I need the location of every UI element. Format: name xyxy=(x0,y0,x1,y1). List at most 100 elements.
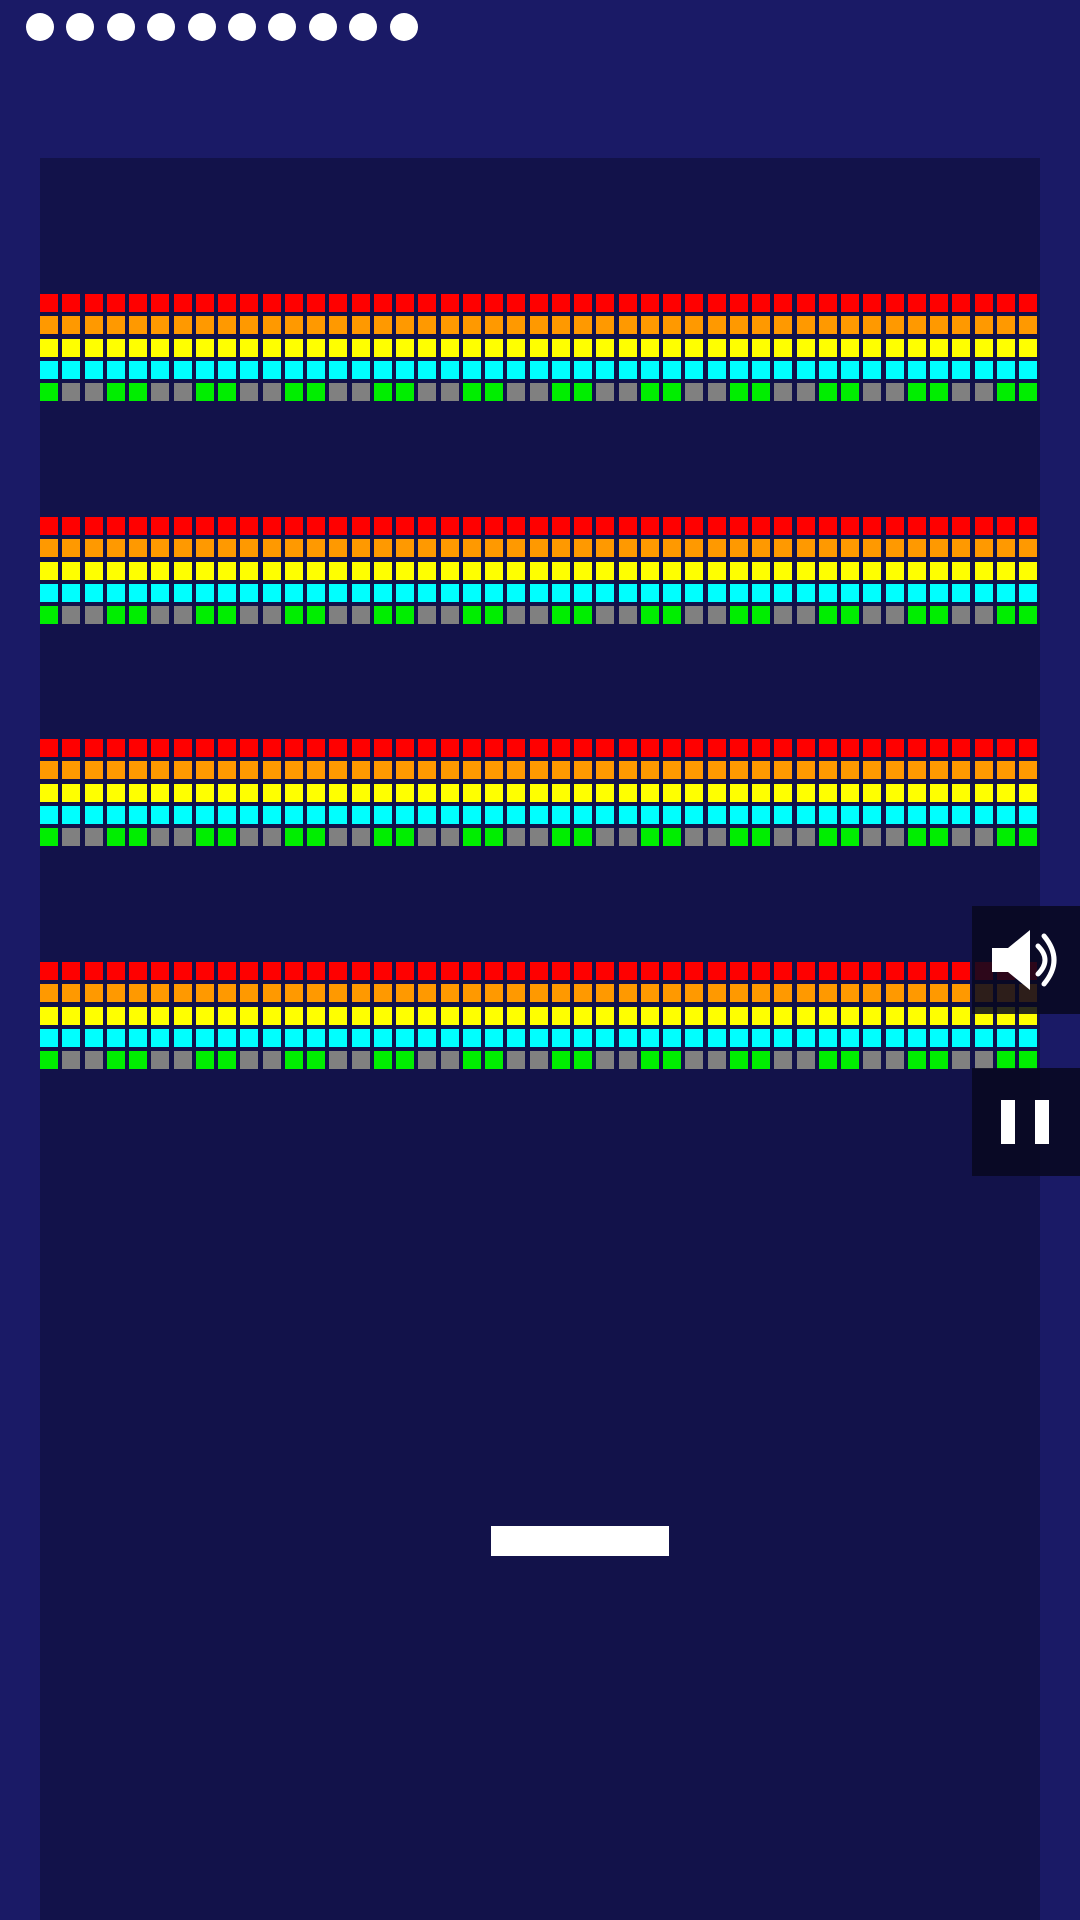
brick xyxy=(796,805,815,824)
brick xyxy=(84,739,103,757)
brick xyxy=(329,294,348,312)
brick xyxy=(685,1028,704,1047)
brick xyxy=(485,783,503,802)
brick xyxy=(151,783,170,802)
brick xyxy=(1019,338,1037,357)
brick xyxy=(84,783,103,802)
brick xyxy=(551,1028,570,1047)
brick xyxy=(462,383,481,402)
brick xyxy=(307,360,325,379)
brick xyxy=(329,517,348,535)
brick xyxy=(84,962,103,980)
brick xyxy=(685,539,704,558)
brick xyxy=(418,1028,437,1047)
brick xyxy=(195,1028,214,1047)
brick-row xyxy=(40,338,1040,357)
brick xyxy=(173,739,192,757)
brick xyxy=(62,517,81,535)
brick xyxy=(351,739,370,757)
brick xyxy=(974,761,993,780)
pause-button[interactable] xyxy=(972,1068,1080,1176)
brick xyxy=(551,739,570,757)
brick xyxy=(129,739,147,757)
brick xyxy=(551,517,570,535)
brick-row xyxy=(40,539,1040,558)
brick xyxy=(173,383,192,402)
brick xyxy=(218,1051,236,1070)
brick xyxy=(952,828,971,847)
brick xyxy=(818,962,837,980)
brick xyxy=(974,783,993,802)
brick xyxy=(863,1051,882,1070)
brick-row xyxy=(40,1028,1040,1047)
brick xyxy=(151,338,170,357)
brick xyxy=(841,783,859,802)
brick xyxy=(818,338,837,357)
brick xyxy=(996,583,1015,602)
brick xyxy=(307,383,325,402)
brick xyxy=(729,383,748,402)
brick xyxy=(841,360,859,379)
brick xyxy=(195,1006,214,1025)
brick xyxy=(618,1051,637,1070)
brick xyxy=(307,761,325,780)
brick-row xyxy=(40,1006,1040,1025)
brick xyxy=(507,583,526,602)
brick xyxy=(930,606,948,625)
brick xyxy=(907,761,926,780)
brick xyxy=(841,561,859,580)
brick xyxy=(529,962,548,980)
brick xyxy=(507,606,526,625)
brick xyxy=(529,316,548,335)
life-ball xyxy=(26,13,54,41)
brick xyxy=(952,316,971,335)
brick xyxy=(151,517,170,535)
brick xyxy=(240,761,259,780)
brick xyxy=(818,316,837,335)
brick xyxy=(396,984,414,1003)
brick xyxy=(574,383,592,402)
brick xyxy=(907,1028,926,1047)
brick xyxy=(529,761,548,780)
brick xyxy=(485,828,503,847)
brick xyxy=(485,1006,503,1025)
brick xyxy=(885,561,904,580)
brick xyxy=(129,805,147,824)
brick xyxy=(729,1051,748,1070)
brick xyxy=(396,294,414,312)
brick xyxy=(818,783,837,802)
brick xyxy=(596,338,615,357)
brick xyxy=(774,360,793,379)
brick xyxy=(729,360,748,379)
brick xyxy=(663,383,681,402)
brick xyxy=(307,739,325,757)
brick xyxy=(106,539,125,558)
brick xyxy=(151,984,170,1003)
brick xyxy=(195,828,214,847)
brick xyxy=(84,606,103,625)
brick xyxy=(774,316,793,335)
brick xyxy=(240,783,259,802)
brick xyxy=(396,761,414,780)
brick xyxy=(930,338,948,357)
brick xyxy=(729,338,748,357)
brick xyxy=(84,583,103,602)
brick xyxy=(507,984,526,1003)
brick xyxy=(729,805,748,824)
brick xyxy=(129,984,147,1003)
brick xyxy=(952,539,971,558)
sound-toggle-button[interactable] xyxy=(972,906,1080,1014)
brick xyxy=(596,517,615,535)
brick xyxy=(1019,606,1037,625)
brick xyxy=(574,962,592,980)
brick xyxy=(574,561,592,580)
brick xyxy=(729,761,748,780)
brick xyxy=(462,294,481,312)
paddle[interactable] xyxy=(491,1526,669,1556)
brick xyxy=(551,828,570,847)
brick xyxy=(218,984,236,1003)
brick xyxy=(440,984,459,1003)
playfield[interactable] xyxy=(40,158,1040,1920)
brick xyxy=(529,360,548,379)
life-ball xyxy=(147,13,176,41)
